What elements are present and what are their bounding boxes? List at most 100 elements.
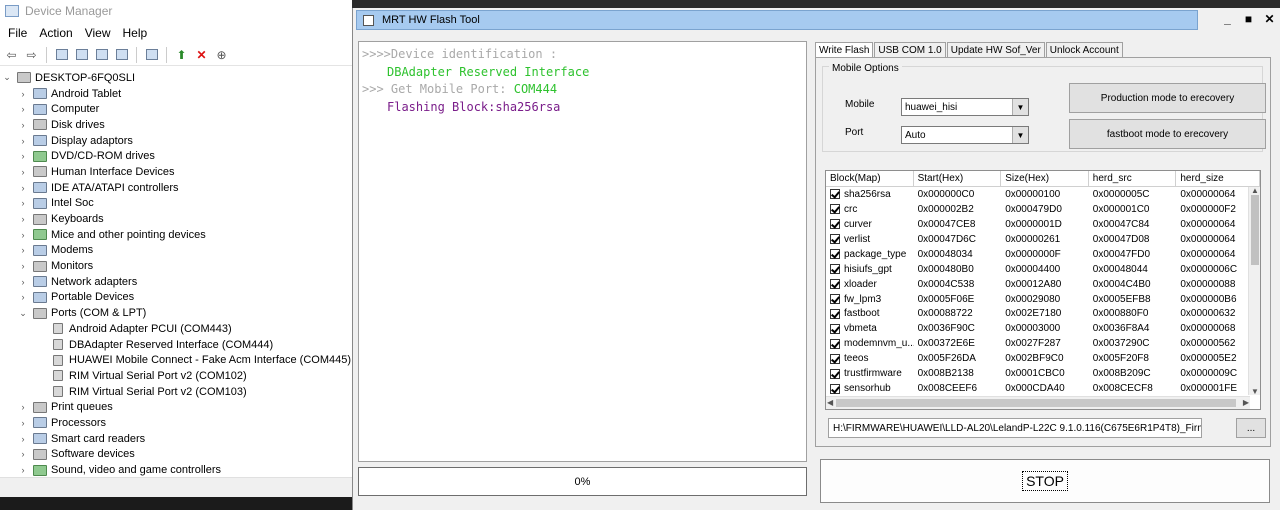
tree-item[interactable]: › DVD/CD-ROM drives bbox=[0, 148, 352, 164]
chevron-right-icon[interactable]: › bbox=[18, 277, 28, 287]
tree-item[interactable]: › Intel Soc bbox=[0, 196, 352, 212]
dropdown-arrow-icon[interactable]: ▼ bbox=[1012, 99, 1028, 115]
help-icon[interactable] bbox=[93, 47, 110, 63]
block-checkbox[interactable] bbox=[830, 189, 840, 200]
tree-item[interactable]: › Processors bbox=[0, 415, 352, 431]
column-header[interactable]: Size(Hex) bbox=[1001, 171, 1089, 186]
mrt-titlebar[interactable]: MRT HW Flash Tool bbox=[356, 10, 1198, 30]
menu-file[interactable]: File bbox=[2, 26, 33, 40]
fastboot-to-erecovery-button[interactable]: fastboot mode to erecovery bbox=[1069, 119, 1266, 149]
tree-item[interactable]: › IDE ATA/ATAPI controllers bbox=[0, 180, 352, 196]
production-to-erecovery-button[interactable]: Production mode to erecovery bbox=[1069, 83, 1266, 113]
minimize-icon[interactable]: _ bbox=[1221, 12, 1234, 26]
table-row[interactable]: hisiufs_gpt 0x000480B0 0x00004400 0x0004804… bbox=[826, 262, 1260, 277]
update-driver-icon[interactable]: ⬆ bbox=[173, 47, 190, 63]
chevron-right-icon[interactable]: › bbox=[18, 261, 28, 271]
scrollbar-thumb[interactable] bbox=[836, 399, 1236, 407]
details-icon[interactable] bbox=[113, 47, 130, 63]
tree-item[interactable]: › Android Tablet bbox=[0, 86, 352, 102]
block-checkbox[interactable] bbox=[830, 264, 840, 275]
tree-item[interactable]: › Sound, video and game controllers bbox=[0, 462, 352, 477]
table-row[interactable]: xloader 0x0004C538 0x00012A80 0x0004C4B0 0x0… bbox=[826, 277, 1260, 292]
browse-button[interactable]: ... bbox=[1236, 418, 1266, 438]
chevron-right-icon[interactable]: › bbox=[18, 449, 28, 459]
chevron-right-icon[interactable]: › bbox=[18, 167, 28, 177]
block-checkbox[interactable] bbox=[830, 353, 840, 364]
block-checkbox[interactable] bbox=[830, 279, 840, 290]
chevron-right-icon[interactable]: › bbox=[18, 230, 28, 240]
tree-item[interactable]: Android Adapter PCUI (COM443) bbox=[0, 321, 352, 337]
block-checkbox[interactable] bbox=[830, 249, 840, 260]
chevron-down-icon[interactable]: ⌄ bbox=[18, 308, 28, 319]
tree-item[interactable]: › Monitors bbox=[0, 258, 352, 274]
block-checkbox[interactable] bbox=[830, 383, 840, 394]
port-select[interactable]: Auto ▼ bbox=[901, 126, 1029, 144]
column-header[interactable]: Start(Hex) bbox=[914, 171, 1002, 186]
tree-item[interactable]: › Human Interface Devices bbox=[0, 164, 352, 180]
mobile-select[interactable]: huawei_hisi ▼ bbox=[901, 98, 1029, 116]
tab-write-flash[interactable]: Write Flash bbox=[815, 42, 874, 58]
table-row[interactable]: trustfirmware 0x008B2138 0x0001CBC0 0x008B2… bbox=[826, 366, 1260, 381]
uninstall-icon[interactable]: ✕ bbox=[193, 47, 210, 63]
tree-item[interactable]: › Computer bbox=[0, 101, 352, 117]
vertical-scrollbar[interactable]: ▲ ▼ bbox=[1248, 186, 1260, 396]
firmware-path-field[interactable]: H:\FIRMWARE\HUAWEI\LLD-AL20\LelandP-L22C… bbox=[828, 418, 1202, 438]
tree-item[interactable]: DBAdapter Reserved Interface (COM444) bbox=[0, 337, 352, 353]
table-row[interactable]: verlist 0x00047D6C 0x00000261 0x00047D08 0x0… bbox=[826, 232, 1260, 247]
chevron-right-icon[interactable]: › bbox=[18, 136, 28, 146]
scroll-right-icon[interactable]: ▶ bbox=[1243, 398, 1249, 407]
monitor-icon[interactable] bbox=[143, 47, 160, 63]
scroll-left-icon[interactable]: ◀ bbox=[827, 398, 833, 407]
close-icon[interactable]: ✕ bbox=[1263, 12, 1276, 26]
chevron-right-icon[interactable]: › bbox=[18, 245, 28, 255]
block-checkbox[interactable] bbox=[830, 204, 840, 215]
tree-item[interactable]: › Display adaptors bbox=[0, 133, 352, 149]
column-header[interactable]: herd_src bbox=[1089, 171, 1177, 186]
block-checkbox[interactable] bbox=[830, 368, 840, 379]
menu-help[interactable]: Help bbox=[117, 26, 154, 40]
properties-icon[interactable] bbox=[53, 47, 70, 63]
chevron-right-icon[interactable]: › bbox=[18, 214, 28, 224]
menu-action[interactable]: Action bbox=[33, 26, 78, 40]
dropdown-arrow-icon[interactable]: ▼ bbox=[1012, 127, 1028, 143]
chevron-right-icon[interactable]: › bbox=[18, 292, 28, 302]
chevron-right-icon[interactable]: › bbox=[18, 104, 28, 114]
tree-item[interactable]: RIM Virtual Serial Port v2 (COM102) bbox=[0, 368, 352, 384]
scroll-up-icon[interactable]: ▲ bbox=[1251, 186, 1259, 195]
chevron-right-icon[interactable]: › bbox=[18, 151, 28, 161]
forward-arrow-icon[interactable]: ⇨ bbox=[23, 47, 40, 63]
scrollbar-thumb[interactable] bbox=[1251, 195, 1259, 265]
chevron-right-icon[interactable]: › bbox=[18, 434, 28, 444]
back-arrow-icon[interactable]: ⇦ bbox=[3, 47, 20, 63]
tab-usb-com[interactable]: USB COM 1.0 bbox=[874, 42, 946, 58]
block-checkbox[interactable] bbox=[830, 219, 840, 230]
chevron-down-icon[interactable]: ⌄ bbox=[2, 72, 12, 83]
block-checkbox[interactable] bbox=[830, 323, 840, 334]
download-icon[interactable]: ⊕ bbox=[213, 47, 230, 63]
menu-view[interactable]: View bbox=[79, 26, 117, 40]
tree-item[interactable]: HUAWEI Mobile Connect - Fake Acm Interfa… bbox=[0, 352, 352, 368]
tab-unlock-account[interactable]: Unlock Account bbox=[1045, 42, 1123, 58]
chevron-right-icon[interactable]: › bbox=[18, 418, 28, 428]
chevron-right-icon[interactable]: › bbox=[18, 465, 28, 475]
block-checkbox[interactable] bbox=[830, 234, 840, 245]
table-row[interactable]: fw_lpm3 0x0005F06E 0x00029080 0x0005EFB8 0x0… bbox=[826, 292, 1260, 307]
table-row[interactable]: package_type 0x00048034 0x0000000F 0x00047F… bbox=[826, 247, 1260, 262]
tree-item[interactable]: › Keyboards bbox=[0, 211, 352, 227]
table-row[interactable]: teeos 0x005F26DA 0x002BF9C0 0x005F20F8 0x000… bbox=[826, 351, 1260, 366]
table-row[interactable]: crc 0x000002B2 0x000479D0 0x000001C0 0x00000… bbox=[826, 202, 1260, 217]
tree-item[interactable]: › Network adapters bbox=[0, 274, 352, 290]
tree-item[interactable]: ⌄ DESKTOP-6FQ0SLI bbox=[0, 70, 352, 86]
maximize-icon[interactable]: ■ bbox=[1242, 12, 1255, 26]
tree-item[interactable]: › Smart card readers bbox=[0, 431, 352, 447]
column-header[interactable]: Block(Map) bbox=[826, 171, 914, 186]
tree-item[interactable]: › Software devices bbox=[0, 447, 352, 463]
scroll-down-icon[interactable]: ▼ bbox=[1251, 387, 1259, 396]
tree-item[interactable]: › Print queues bbox=[0, 399, 352, 415]
table-row[interactable]: fastboot 0x00088722 0x002E7180 0x000880F0 0x… bbox=[826, 307, 1260, 322]
tree-item[interactable]: RIM Virtual Serial Port v2 (COM103) bbox=[0, 384, 352, 400]
horizontal-scrollbar[interactable]: ◀ ▶ bbox=[826, 396, 1250, 409]
tab-update-hw[interactable]: Update HW Sof_Ver bbox=[946, 42, 1045, 58]
chevron-right-icon[interactable]: › bbox=[18, 183, 28, 193]
chevron-right-icon[interactable]: › bbox=[18, 198, 28, 208]
